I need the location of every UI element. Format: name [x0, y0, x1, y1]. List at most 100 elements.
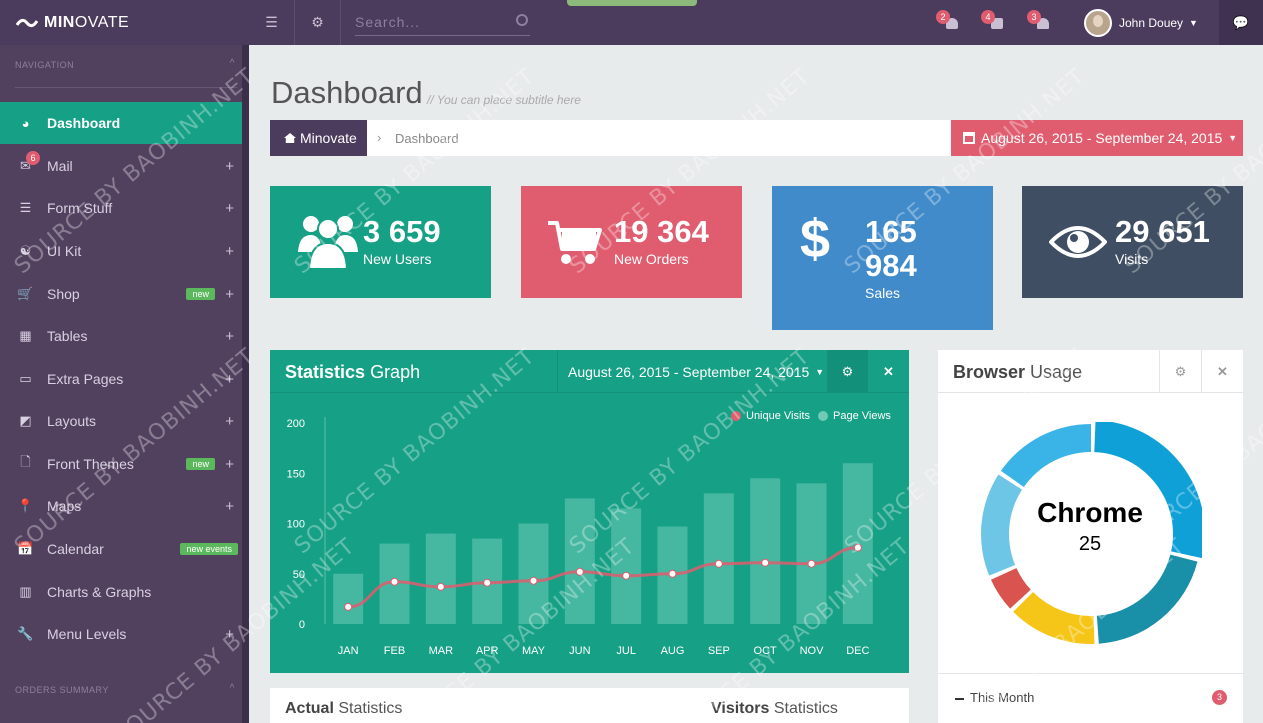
panel-close-button[interactable]: ✕	[1201, 350, 1243, 393]
table-icon: ▦	[19, 328, 32, 343]
sidebar-item-label: Mail	[47, 158, 73, 174]
sidebar-item-label: UI Kit	[47, 243, 82, 259]
panel-settings-button[interactable]: ⚙	[1159, 350, 1201, 393]
cart-icon	[548, 221, 602, 264]
breadcrumb-home-label: Minovate	[300, 130, 357, 146]
tile-value: 165 984	[865, 214, 917, 283]
chat-toggle-button[interactable]: 💬	[1219, 0, 1263, 45]
settings-button[interactable]: ⚙	[295, 0, 341, 45]
tile-new-orders[interactable]: 19 364 New Orders	[521, 186, 742, 298]
messages-button[interactable]: 4	[981, 10, 1005, 32]
y-tick-label: 150	[287, 468, 305, 480]
point-unique-visits	[436, 582, 445, 591]
bar-page-views	[564, 498, 595, 624]
sidebar-item-maps[interactable]: 📍 Maps +	[0, 485, 242, 527]
sidebar-item-front-themes[interactable]: 🗋 Front Themes new +	[0, 443, 242, 485]
browser-usage-panel: Browser Usage ⚙ ✕ Chrome 25 This Month 3	[938, 350, 1243, 723]
close-icon: ✕	[883, 363, 894, 379]
sidebar-item-label: Form Stuff	[47, 200, 113, 216]
donut-slice[interactable]	[1013, 591, 1095, 644]
point-unique-visits	[714, 559, 723, 568]
brand-logo[interactable]: MIN OVATE	[0, 0, 249, 45]
user-menu[interactable]: John Douey ▼	[1084, 8, 1198, 38]
file-icon: 🗋	[20, 454, 31, 469]
x-tick-label: AUG	[661, 645, 685, 657]
message-count: 4	[981, 10, 995, 24]
sidebar-orders-heading[interactable]: ORDERS SUMMARY ^	[15, 683, 237, 695]
x-tick-label: JAN	[338, 645, 359, 657]
tile-new-users[interactable]: 3 659 New Users	[270, 186, 491, 298]
panel-title: Statistics Graph	[285, 362, 420, 383]
actual-title-bold: Actual	[285, 700, 334, 717]
panel-title-rest: Usage	[1030, 362, 1083, 382]
donut-slice[interactable]	[1000, 424, 1091, 487]
x-tick-label: JUL	[616, 645, 636, 657]
bar-page-views	[750, 478, 781, 624]
dashboard-icon: ◕	[21, 115, 30, 131]
search-input[interactable]: Search...	[355, 10, 530, 36]
panel-title-rest: Graph	[370, 362, 421, 382]
list-icon: ☰	[19, 200, 32, 215]
ui-kit-icon: ☯	[19, 243, 32, 258]
new-events-tag: new events	[180, 543, 238, 555]
graph-date-range-picker[interactable]: August 26, 2015 - September 24, 2015 ▼	[557, 350, 827, 393]
tile-label: Sales	[865, 285, 901, 301]
breadcrumb-home-link[interactable]: Minovate	[270, 120, 367, 156]
y-tick-label: 50	[293, 569, 305, 581]
calendar-icon	[963, 132, 975, 144]
panel-settings-button[interactable]: ⚙	[827, 350, 868, 393]
panel-close-button[interactable]: ✕	[868, 350, 909, 393]
sidebar-item-form-stuff[interactable]: ☰ Form Stuff +	[0, 187, 242, 229]
notification-count: 2	[936, 10, 950, 24]
point-unique-visits	[483, 578, 492, 587]
nav-heading-label: NAVIGATION	[15, 60, 75, 70]
close-icon: ✕	[1217, 363, 1228, 379]
x-tick-label: MAY	[522, 645, 546, 657]
sidebar-item-layouts[interactable]: ◩ Layouts +	[0, 400, 242, 442]
bar-page-views	[796, 483, 827, 624]
tile-value: 29 651	[1115, 214, 1210, 249]
sidebar-item-tables[interactable]: ▦ Tables +	[0, 315, 242, 357]
donut-slice[interactable]	[1096, 554, 1198, 644]
bar-page-views	[333, 573, 364, 624]
x-tick-label: JUN	[569, 645, 590, 657]
period-label: This Month	[955, 690, 1034, 705]
actual-title-rest: Statistics	[338, 700, 403, 717]
date-range-label: August 26, 2015 - September 24, 2015	[981, 130, 1223, 146]
sidebar-item-mail[interactable]: ✉ 6 Mail +	[0, 145, 242, 187]
alerts-button[interactable]: 3	[1027, 10, 1051, 32]
sidebar-item-calendar[interactable]: 📅 Calendar new events	[0, 528, 242, 570]
point-unique-visits	[807, 559, 816, 568]
layout-icon: ◩	[19, 413, 32, 428]
sidebar-item-label: Front Themes	[47, 456, 134, 472]
date-range-picker[interactable]: August 26, 2015 - September 24, 2015 ▼	[951, 120, 1243, 156]
sidebar-nav-heading[interactable]: NAVIGATION ^	[15, 58, 237, 88]
sidebar-item-menu-levels[interactable]: 🔧 Menu Levels +	[0, 613, 242, 655]
breadcrumb: Minovate › Dashboard August 26, 2015 - S…	[270, 120, 1243, 156]
user-notifications-button[interactable]: 2	[936, 10, 960, 32]
donut-center-value: 25	[1078, 533, 1102, 555]
tile-visits[interactable]: 29 651 Visits	[1022, 186, 1243, 298]
point-unique-visits	[344, 602, 353, 611]
expand-plus-icon: +	[225, 157, 234, 175]
point-unique-visits	[761, 558, 770, 567]
point-unique-visits	[853, 543, 862, 552]
tile-sales[interactable]: $ 165 984 Sales	[772, 186, 993, 330]
sidebar-item-dashboard[interactable]: ◕ Dashboard	[0, 102, 242, 144]
search-icon	[516, 14, 528, 26]
sidebar-item-ui-kit[interactable]: ☯ UI Kit +	[0, 230, 242, 272]
sidebar-item-shop[interactable]: 🛒 Shop new +	[0, 273, 242, 315]
sidebar-item-label: Dashboard	[47, 115, 121, 131]
bar-page-views	[842, 463, 873, 624]
graph-date-range-label: August 26, 2015 - September 24, 2015	[568, 363, 810, 380]
statistics-graph-panel: Statistics Graph August 26, 2015 - Septe…	[270, 350, 909, 673]
bar-chart-icon: ▥	[19, 584, 32, 599]
point-unique-visits	[390, 577, 399, 586]
sidebar-toggle-button[interactable]: ☰	[249, 0, 295, 45]
bar-page-views	[425, 533, 456, 624]
bar-page-views	[611, 508, 642, 624]
sidebar-item-charts-graphs[interactable]: ▥ Charts & Graphs	[0, 571, 242, 613]
browser-period-row[interactable]: This Month 3	[938, 673, 1243, 723]
sidebar-item-extra-pages[interactable]: ▭ Extra Pages +	[0, 358, 242, 400]
expand-plus-icon: +	[225, 455, 234, 473]
